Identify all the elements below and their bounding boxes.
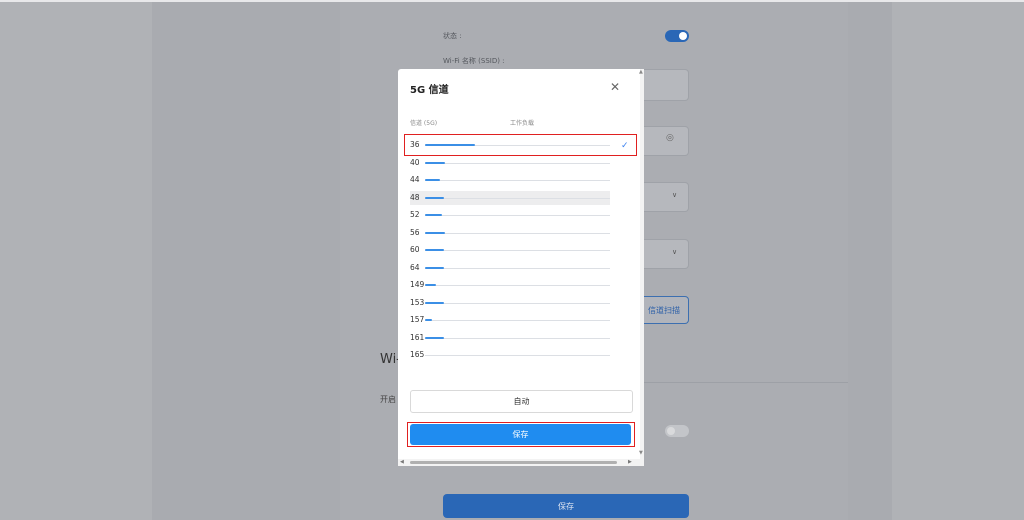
load-bar bbox=[425, 214, 442, 216]
load-bar bbox=[425, 161, 445, 164]
chevron-down-icon: ∨ bbox=[672, 248, 678, 256]
close-icon[interactable]: ✕ bbox=[610, 80, 620, 94]
channel-row[interactable]: 40 bbox=[410, 156, 610, 170]
section-divider bbox=[644, 382, 848, 383]
horizontal-scrollbar[interactable]: ◀ ▶ bbox=[398, 459, 640, 466]
scroll-right-arrow-icon[interactable]: ▶ bbox=[628, 459, 632, 465]
load-track bbox=[425, 250, 610, 251]
load-track bbox=[425, 197, 610, 199]
ssid-label: Wi-Fi 名称 (SSID) : bbox=[443, 57, 505, 65]
channel-row[interactable]: 44 bbox=[410, 173, 610, 187]
channel-number: 52 bbox=[410, 210, 420, 219]
overlay-column-right bbox=[848, 2, 892, 520]
channel-select[interactable] bbox=[640, 239, 689, 269]
channel-row[interactable]: 149 bbox=[410, 278, 610, 292]
chevron-down-icon: ∨ bbox=[672, 191, 678, 199]
selected-row-highlight bbox=[404, 134, 637, 156]
channel-row[interactable]: 165 bbox=[410, 348, 610, 362]
column-header-load: 工作负载 bbox=[510, 120, 535, 127]
load-track bbox=[425, 180, 610, 181]
enable-label: 开启 bbox=[380, 395, 396, 404]
load-track bbox=[425, 215, 610, 216]
overlay-right bbox=[892, 2, 1024, 520]
channel-number: 44 bbox=[410, 175, 420, 184]
load-bar bbox=[425, 301, 444, 304]
channel-number: 48 bbox=[410, 192, 420, 202]
channel-number: 149 bbox=[410, 280, 425, 289]
channel-row[interactable]: 64 bbox=[410, 261, 610, 275]
save-button-highlight bbox=[407, 422, 635, 447]
channel-row[interactable]: 48 bbox=[410, 190, 610, 205]
load-track bbox=[425, 302, 610, 304]
dialog-title: 5G 信道 bbox=[410, 85, 449, 96]
column-header-channel: 信道 (5G) bbox=[410, 120, 438, 127]
channel-dialog: 5G 信道 ✕ 信道 (5G) 工作负载 36 40 44 48 52 56 60 64 149… bbox=[398, 69, 644, 466]
status-label: 状态 : bbox=[443, 32, 462, 40]
channel-number: 60 bbox=[410, 245, 420, 254]
load-track bbox=[425, 162, 610, 164]
channel-row[interactable]: 157 bbox=[410, 313, 610, 327]
scroll-up-arrow-icon[interactable]: ▲ bbox=[639, 69, 643, 75]
load-track bbox=[425, 320, 610, 321]
band-select[interactable] bbox=[640, 182, 689, 212]
channel-row[interactable]: 153 bbox=[410, 296, 610, 310]
auto-button[interactable]: 自动 bbox=[410, 390, 633, 413]
load-track bbox=[425, 267, 610, 269]
load-bar bbox=[425, 284, 436, 286]
channel-number: 56 bbox=[410, 227, 420, 237]
channel-number: 40 bbox=[410, 157, 420, 167]
ssid-input[interactable] bbox=[640, 69, 689, 101]
load-bar bbox=[425, 179, 440, 181]
channel-row[interactable]: 60 bbox=[410, 243, 610, 257]
scrollbar-thumb[interactable] bbox=[410, 461, 617, 464]
load-bar bbox=[425, 266, 444, 269]
load-bar bbox=[425, 231, 445, 234]
channel-number: 161 bbox=[410, 332, 425, 342]
channel-row[interactable]: 52 bbox=[410, 208, 610, 222]
eye-hidden-icon[interactable]: ◎ bbox=[666, 133, 674, 143]
overlay-column bbox=[152, 2, 340, 520]
status-toggle[interactable] bbox=[665, 30, 689, 42]
vertical-scrollbar[interactable]: ▲ ▼ bbox=[639, 69, 644, 466]
load-track bbox=[425, 232, 610, 234]
load-bar bbox=[425, 336, 444, 339]
load-bar bbox=[425, 319, 432, 321]
load-track bbox=[425, 337, 610, 339]
channel-number: 165 bbox=[410, 350, 425, 359]
channel-number: 157 bbox=[410, 315, 425, 324]
load-bar bbox=[425, 249, 444, 251]
scroll-down-arrow-icon[interactable]: ▼ bbox=[639, 450, 643, 456]
scroll-left-arrow-icon[interactable]: ◀ bbox=[400, 459, 404, 465]
channel-number: 64 bbox=[410, 262, 420, 272]
password-input[interactable] bbox=[640, 126, 689, 156]
enable-toggle[interactable] bbox=[665, 425, 689, 437]
channel-row[interactable]: 56 bbox=[410, 226, 610, 240]
channel-number: 153 bbox=[410, 297, 425, 307]
overlay-left bbox=[0, 2, 152, 520]
page-save-button[interactable]: 保存 bbox=[443, 494, 689, 518]
load-track bbox=[425, 285, 610, 286]
load-bar bbox=[425, 196, 444, 199]
load-track bbox=[425, 355, 610, 356]
channel-row[interactable]: 161 bbox=[410, 331, 610, 345]
channel-scan-button[interactable]: 信道扫描 bbox=[640, 296, 689, 324]
